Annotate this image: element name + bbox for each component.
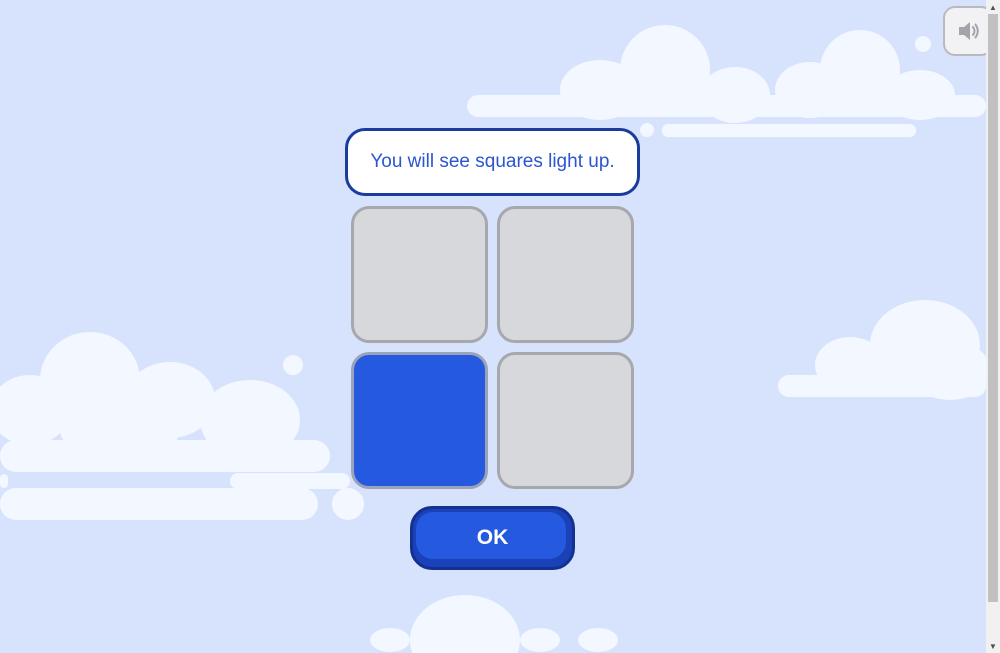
scroll-thumb[interactable] (988, 14, 998, 602)
speaker-icon (959, 22, 979, 40)
vertical-scrollbar[interactable]: ▲ ▼ (986, 0, 1000, 653)
grid-square-top-left (351, 206, 488, 343)
game-viewport: You will see squares light up. OK (0, 0, 986, 653)
ok-button-label: OK (476, 526, 509, 549)
grid-square-bottom-right (497, 352, 634, 489)
grid-square-bottom-left (351, 352, 488, 489)
instruction-bubble: You will see squares light up. (345, 128, 640, 196)
ok-button[interactable]: OK (410, 506, 575, 570)
scroll-up-arrow[interactable]: ▲ (986, 0, 1000, 14)
sound-toggle-button[interactable] (943, 6, 986, 56)
grid-square-top-right (497, 206, 634, 343)
scroll-down-arrow[interactable]: ▼ (986, 639, 1000, 653)
instruction-text: You will see squares light up. (370, 151, 615, 172)
